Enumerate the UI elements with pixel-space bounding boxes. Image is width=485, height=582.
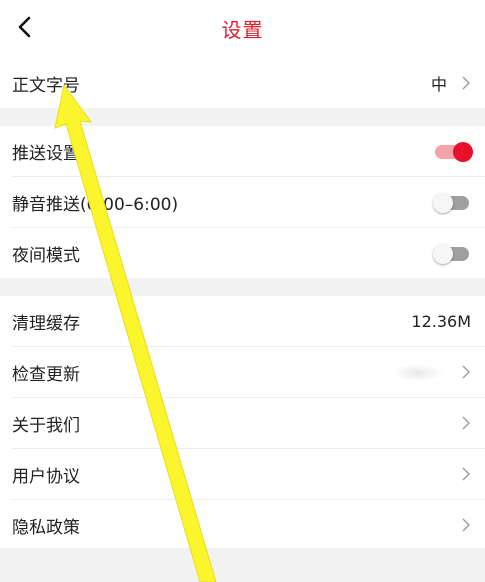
night-mode-row: 夜间模式	[0, 228, 485, 278]
night-mode-label: 夜间模式	[12, 245, 80, 266]
clear-cache-label: 清理缓存	[12, 313, 80, 334]
chevron-right-icon	[462, 518, 470, 532]
clear-cache-row[interactable]: 清理缓存 12.36M	[0, 296, 485, 346]
about-us-row[interactable]: 关于我们	[0, 398, 485, 448]
chevron-right-icon	[462, 365, 470, 379]
cache-size-value: 12.36M	[411, 311, 471, 331]
chevron-right-icon	[462, 416, 470, 430]
font-size-label: 正文字号	[12, 75, 80, 96]
push-settings-label: 推送设置	[12, 143, 80, 164]
blurred-area	[392, 364, 444, 382]
push-settings-toggle[interactable]	[435, 142, 473, 162]
bottom-gap	[0, 548, 485, 582]
toggle-knob	[433, 193, 453, 213]
header-bar: 设置	[0, 0, 485, 56]
user-agreement-label: 用户协议	[12, 466, 80, 487]
privacy-policy-label: 隐私政策	[12, 517, 80, 538]
user-agreement-row[interactable]: 用户协议	[0, 449, 485, 499]
chevron-right-icon	[462, 76, 470, 90]
about-us-label: 关于我们	[12, 415, 80, 436]
font-size-value: 中	[430, 75, 447, 94]
chevron-right-icon	[462, 467, 470, 481]
push-settings-row: 推送设置	[0, 126, 485, 176]
privacy-policy-row[interactable]: 隐私政策	[0, 500, 485, 550]
section-gap	[0, 278, 485, 296]
night-mode-toggle[interactable]	[433, 244, 471, 264]
section-gap	[0, 108, 485, 126]
mute-push-row: 静音推送(0:00–6:00)	[0, 177, 485, 227]
page-title: 设置	[221, 18, 264, 42]
font-size-row[interactable]: 正文字号 中	[0, 58, 485, 108]
toggle-knob	[433, 244, 453, 264]
toggle-knob	[453, 142, 473, 162]
mute-push-label: 静音推送(0:00–6:00)	[12, 194, 179, 215]
mute-push-toggle[interactable]	[433, 193, 471, 213]
